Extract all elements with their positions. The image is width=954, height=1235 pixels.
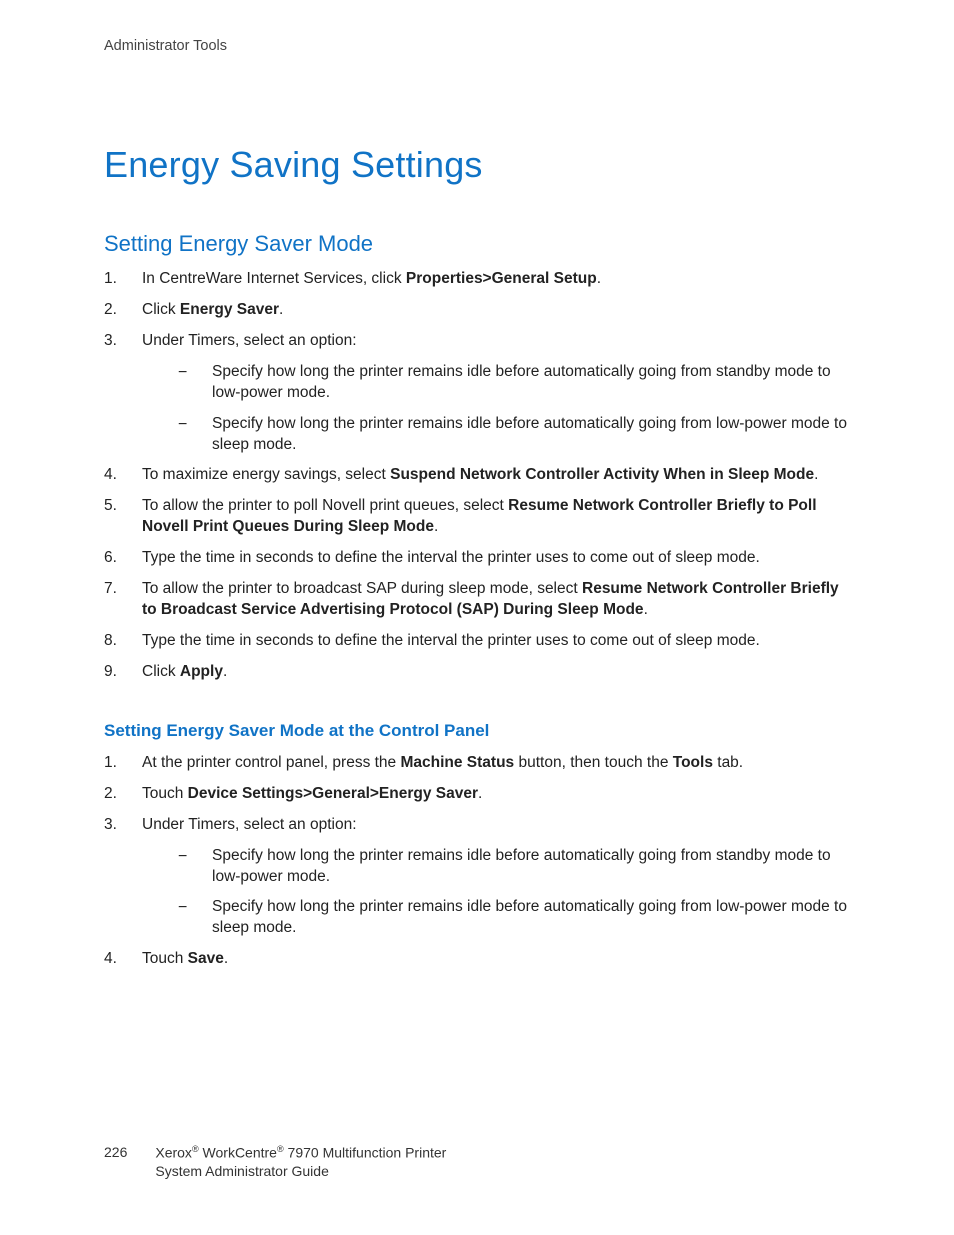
substep: Specify how long the printer remains idl… — [178, 846, 854, 888]
step: Under Timers, select an option: Specify … — [104, 815, 854, 940]
step: Type the time in seconds to define the i… — [104, 548, 854, 569]
step: Type the time in seconds to define the i… — [104, 631, 854, 652]
procedure-list-1: In CentreWare Internet Services, click P… — [104, 269, 854, 683]
step: To allow the printer to poll Novell prin… — [104, 496, 854, 538]
substep-list: Specify how long the printer remains idl… — [142, 362, 854, 456]
step: Click Apply. — [104, 662, 854, 683]
procedure-list-2: At the printer control panel, press the … — [104, 753, 854, 970]
step: To maximize energy savings, select Suspe… — [104, 465, 854, 486]
page-title: Energy Saving Settings — [104, 144, 854, 186]
step: At the printer control panel, press the … — [104, 753, 854, 774]
step: In CentreWare Internet Services, click P… — [104, 269, 854, 290]
product-line: Xerox® WorkCentre® 7970 Multifunction Pr… — [155, 1143, 446, 1181]
substep-list: Specify how long the printer remains idl… — [142, 846, 854, 940]
step: Click Energy Saver. — [104, 300, 854, 321]
page-footer: 226 Xerox® WorkCentre® 7970 Multifunction… — [104, 1143, 446, 1181]
substep: Specify how long the printer remains idl… — [178, 362, 854, 404]
section-heading-2: Setting Energy Saver Mode at the Control… — [104, 721, 854, 741]
substep: Specify how long the printer remains idl… — [178, 414, 854, 456]
step: Under Timers, select an option: Specify … — [104, 331, 854, 456]
substep: Specify how long the printer remains idl… — [178, 897, 854, 939]
document-page: Administrator Tools Energy Saving Settin… — [0, 0, 954, 1235]
page-number: 226 — [104, 1143, 127, 1162]
step: To allow the printer to broadcast SAP du… — [104, 579, 854, 621]
step: Touch Device Settings>General>Energy Sav… — [104, 784, 854, 805]
section-heading-1: Setting Energy Saver Mode — [104, 231, 854, 257]
running-header: Administrator Tools — [104, 38, 854, 54]
step: Touch Save. — [104, 949, 854, 970]
